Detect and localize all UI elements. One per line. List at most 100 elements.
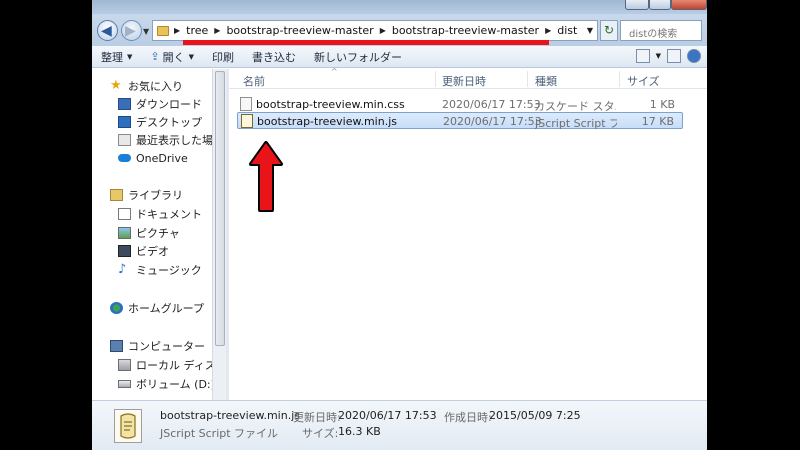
nav-local-disk[interactable]: ローカル ディスク (118, 356, 212, 374)
chevron-right-icon[interactable]: ▶ (172, 26, 182, 35)
nav-music[interactable]: ♪ ミュージック (118, 261, 202, 279)
breadcrumb-tree[interactable]: tree (182, 24, 212, 37)
organize-label: 整理 (101, 50, 123, 64)
burn-label: 書き込む (252, 50, 296, 64)
details-filename: bootstrap-treeview.min.js (160, 409, 300, 422)
nav-computer[interactable]: コンピューター (110, 337, 205, 355)
homegroup-icon (110, 302, 123, 314)
address-bar[interactable]: ▶ tree ▶ bootstrap-treeview-master ▶ boo… (152, 20, 598, 41)
computer-icon (110, 340, 123, 352)
history-dropdown-icon[interactable]: ▼ (143, 27, 149, 36)
chevron-right-icon[interactable]: ▶ (212, 26, 222, 35)
annotation-underline (183, 40, 549, 45)
column-name[interactable]: 名前 (243, 73, 265, 89)
nav-label: コンピューター (128, 340, 205, 353)
breadcrumb-dist[interactable]: dist (553, 24, 581, 37)
organize-button[interactable]: 整理 ▼ (92, 49, 141, 65)
column-divider[interactable] (527, 71, 528, 87)
nav-label: お気に入り (128, 80, 183, 93)
nav-volume-d[interactable]: ボリューム (D:) (118, 375, 212, 393)
nav-downloads[interactable]: ダウンロード (118, 95, 202, 113)
forward-arrow-icon: ▶ (125, 23, 136, 39)
back-button[interactable]: ◀ (97, 20, 118, 41)
cloud-icon (118, 154, 131, 162)
nav-label: ライブラリ (128, 189, 183, 202)
nav-favorites[interactable]: ★ お気に入り (110, 77, 183, 95)
forward-button[interactable]: ▶ (121, 20, 142, 41)
details-filetype: JScript Script ファイル (160, 427, 279, 440)
maximize-button[interactable] (649, 0, 671, 10)
search-placeholder: distの検索 (629, 29, 678, 40)
address-dropdown-icon[interactable]: ▼ (587, 26, 597, 35)
nav-documents[interactable]: ドキュメント (118, 205, 202, 223)
column-type[interactable]: 種類 (535, 73, 557, 89)
print-label: 印刷 (212, 50, 234, 64)
column-divider[interactable] (435, 71, 436, 87)
details-pane: bootstrap-treeview.min.js JScript Script… (92, 400, 707, 450)
nav-desktop[interactable]: デスクトップ (118, 113, 202, 131)
file-list: ^ 名前 更新日時 種類 サイズ bootstrap-treeview.min.… (229, 67, 707, 400)
nav-onedrive[interactable]: OneDrive (118, 149, 188, 167)
library-icon (110, 189, 123, 201)
folder-icon (157, 25, 169, 36)
print-button[interactable]: 印刷 (203, 49, 243, 65)
nav-videos[interactable]: ビデオ (118, 242, 169, 260)
file-row[interactable]: bootstrap-treeview.min.css 2020/06/17 17… (237, 96, 683, 113)
file-type: JScript Script フ... (535, 117, 617, 130)
nav-label: ミュージック (136, 264, 202, 277)
chevron-right-icon[interactable]: ▶ (378, 26, 388, 35)
file-row-selected[interactable]: bootstrap-treeview.min.js 2020/06/17 17:… (237, 112, 683, 130)
column-header-row: ^ 名前 更新日時 種類 サイズ (229, 67, 707, 89)
nav-homegroup[interactable]: ホームグループ (110, 299, 204, 317)
scroll-icon (120, 413, 136, 439)
view-dropdown-icon[interactable]: ▼ (656, 52, 661, 60)
column-date[interactable]: 更新日時 (442, 73, 486, 89)
nav-label: ダウンロード (136, 98, 202, 111)
nav-pictures[interactable]: ピクチャ (118, 224, 180, 242)
search-input[interactable]: distの検索 (620, 20, 702, 41)
picture-icon (118, 227, 131, 239)
jscript-file-icon (241, 114, 253, 128)
open-button[interactable]: ⇪ 開く ▼ (141, 49, 203, 65)
jscript-file-icon (114, 409, 142, 443)
open-icon: ⇪ (150, 50, 160, 63)
column-divider[interactable] (619, 71, 620, 87)
burn-button[interactable]: 書き込む (243, 49, 305, 65)
chevron-right-icon[interactable]: ▶ (543, 26, 553, 35)
new-folder-label: 新しいフォルダー (314, 50, 402, 64)
preview-pane-icon[interactable] (667, 49, 681, 63)
nav-label: ピクチャ (136, 227, 180, 240)
command-bar: 整理 ▼ ⇪ 開く ▼ 印刷 書き込む 新しいフォルダー ▼ (92, 46, 707, 68)
details-created-label: 作成日時: (444, 411, 492, 424)
nav-recent[interactable]: 最近表示した場所 (118, 131, 212, 149)
nav-label: ローカル ディスク (136, 359, 212, 372)
new-folder-button[interactable]: 新しいフォルダー (305, 49, 411, 65)
back-arrow-icon: ◀ (101, 23, 112, 39)
column-size[interactable]: サイズ (627, 73, 660, 89)
video-icon (118, 245, 131, 257)
breadcrumb-master-1[interactable]: bootstrap-treeview-master (222, 24, 377, 37)
help-icon[interactable] (687, 49, 701, 63)
nav-label: ホームグループ (128, 302, 205, 315)
document-icon (118, 208, 131, 220)
css-file-icon (240, 97, 252, 111)
drive-icon (118, 359, 131, 371)
nav-label: ドキュメント (136, 208, 202, 221)
refresh-button[interactable]: ↻ (600, 20, 618, 41)
nav-scrollbar-thumb[interactable] (215, 71, 225, 346)
nav-scrollbar[interactable] (212, 69, 226, 400)
sort-ascending-icon: ^ (331, 67, 338, 76)
file-size: 17 KB (641, 115, 674, 128)
nav-libraries[interactable]: ライブラリ (110, 186, 183, 204)
change-view-icon[interactable] (635, 49, 650, 63)
file-name: bootstrap-treeview.min.js (257, 115, 397, 128)
file-date: 2020/06/17 17:53 (442, 98, 541, 111)
star-icon: ★ (110, 78, 122, 93)
music-note-icon: ♪ (118, 262, 127, 277)
nav-label: ボリューム (D:) (136, 378, 212, 391)
close-button[interactable] (671, 0, 707, 10)
recent-places-icon (118, 134, 131, 146)
breadcrumb-master-2[interactable]: bootstrap-treeview-master (388, 24, 543, 37)
details-size-label: サイズ: (302, 427, 339, 440)
minimize-button[interactable] (625, 0, 649, 10)
